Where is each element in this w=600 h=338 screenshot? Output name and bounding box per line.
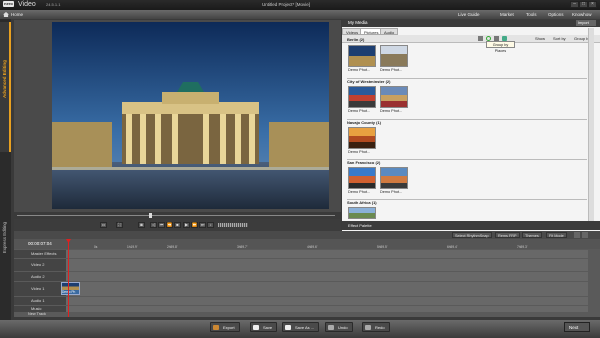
undo-button[interactable]: Undo <box>325 322 353 332</box>
rems-button[interactable]: Rems FRP <box>495 232 520 238</box>
export-icon <box>213 325 219 330</box>
app-version: 24.5.1.1 <box>46 2 61 7</box>
media-thumb[interactable] <box>380 167 408 189</box>
menu-tools[interactable]: Tools <box>526 11 537 18</box>
media-scrollbar[interactable] <box>588 28 594 222</box>
track-header[interactable]: Video 1 <box>14 282 66 296</box>
thumb-label: Demo Phot... <box>348 68 371 72</box>
play-icon[interactable]: ▶ <box>183 222 190 228</box>
track-header[interactable]: Audio 1 <box>14 297 66 305</box>
zoom-out-icon[interactable] <box>574 232 580 238</box>
next-icon[interactable]: ⏭ <box>199 222 206 228</box>
tab-advanced-editing[interactable]: Advanced Editing <box>2 60 7 98</box>
home-link[interactable]: Home <box>11 11 23 18</box>
save-as-icon <box>285 325 291 330</box>
rhythm-snap-button[interactable]: Select RhythmSnap <box>452 232 492 238</box>
app-title: Video <box>18 1 36 8</box>
frame-back-icon[interactable]: ◁ <box>150 222 157 228</box>
redo-icon <box>365 325 371 330</box>
media-thumb[interactable] <box>348 127 376 149</box>
media-thumb[interactable] <box>348 207 376 219</box>
minimize-button[interactable]: – <box>570 1 579 8</box>
thumb-label: Demo Phot... <box>348 150 371 154</box>
group-title: Berlin (2) <box>347 37 365 42</box>
undo-icon <box>328 325 334 330</box>
close-button[interactable]: × <box>588 1 597 8</box>
save-button[interactable]: Save <box>250 322 278 332</box>
volume-icon[interactable]: ♪ <box>207 222 214 228</box>
track-area[interactable] <box>66 282 588 296</box>
fit-mode-button[interactable]: Fit Mode <box>546 232 567 238</box>
playhead[interactable] <box>68 239 69 317</box>
media-thumb[interactable] <box>348 45 376 67</box>
project-title: Untitled Project* [Movie] <box>262 2 311 7</box>
preview-panel <box>14 20 341 212</box>
save-as-button[interactable]: Save As ... <box>282 322 320 332</box>
clip-label: Demo Ph <box>62 290 76 294</box>
preview-image <box>52 22 329 209</box>
next-button[interactable]: Next <box>564 322 590 332</box>
menu-live-guide[interactable]: Live Guide <box>458 11 480 18</box>
group-title: Navajo County (1) <box>347 120 382 125</box>
track-area[interactable] <box>66 272 588 281</box>
track-area[interactable] <box>66 259 588 271</box>
stop-icon[interactable]: ■ <box>174 222 181 228</box>
zoom-in-icon[interactable] <box>582 232 588 238</box>
track-header[interactable]: Master Effects <box>14 250 66 258</box>
track-area[interactable] <box>66 306 588 312</box>
export-button[interactable]: Export <box>210 322 240 332</box>
media-thumb[interactable] <box>380 45 408 67</box>
media-header: My Media <box>342 19 600 27</box>
forward-icon[interactable]: ⏩ <box>191 222 198 228</box>
aspect-button[interactable]: ▭ <box>100 222 107 228</box>
tab-audio[interactable]: Audio <box>380 28 399 35</box>
fullscreen-icon[interactable]: ⛶ <box>116 222 123 228</box>
delete-icon[interactable] <box>478 36 483 41</box>
group-title: South Africa (1) <box>347 200 377 205</box>
menu-knowhow[interactable]: Knowhow <box>572 11 592 18</box>
effect-palette-bar[interactable]: Effect Palette <box>342 221 600 230</box>
track-area[interactable] <box>66 250 588 258</box>
group-title: City of Westminster (2) <box>347 79 391 84</box>
tab-express-editing[interactable]: Express Editing <box>2 222 7 253</box>
thumb-label: Demo Phot... <box>380 68 403 72</box>
show-dropdown[interactable]: Show <box>535 36 545 42</box>
volume-slider[interactable] <box>218 223 248 227</box>
prev-icon[interactable]: ⏮ <box>158 222 165 228</box>
preview-scrubber[interactable] <box>17 213 335 218</box>
import-button[interactable]: Import <box>576 20 596 26</box>
thumb-label: Demo Phot... <box>380 109 403 113</box>
tooltip: Group by Places <box>486 41 515 53</box>
snapshot-icon[interactable]: ◙ <box>138 222 145 228</box>
track-header[interactable]: Audio 2 <box>14 272 66 281</box>
media-thumb[interactable] <box>348 86 376 108</box>
maximize-button[interactable]: □ <box>579 1 588 8</box>
thumb-label: Demo Phot... <box>348 109 371 113</box>
redo-button[interactable]: Redo <box>362 322 390 332</box>
video-clip[interactable]: Demo Ph <box>61 282 80 295</box>
media-thumb[interactable] <box>380 86 408 108</box>
group-title: San Francisco (2) <box>347 160 381 165</box>
sort-dropdown[interactable]: Sort by <box>553 36 566 42</box>
save-icon <box>253 325 259 330</box>
media-thumb[interactable] <box>348 167 376 189</box>
menu-options[interactable]: Options <box>548 11 564 18</box>
menu-market[interactable]: Market <box>500 11 514 18</box>
track-header[interactable]: Video 2 <box>14 259 66 271</box>
nero-logo-icon: nero <box>3 1 14 7</box>
thumb-label: Demo Phot... <box>348 190 371 194</box>
thumb-label: Demo Phot... <box>380 190 403 194</box>
timecode: 00:00:07:04 <box>28 241 52 246</box>
new-track-button[interactable]: New Track <box>28 312 46 316</box>
rewind-icon[interactable]: ⏪ <box>166 222 173 228</box>
themes-button[interactable]: Themes <box>522 232 542 238</box>
track-area[interactable] <box>66 297 588 305</box>
